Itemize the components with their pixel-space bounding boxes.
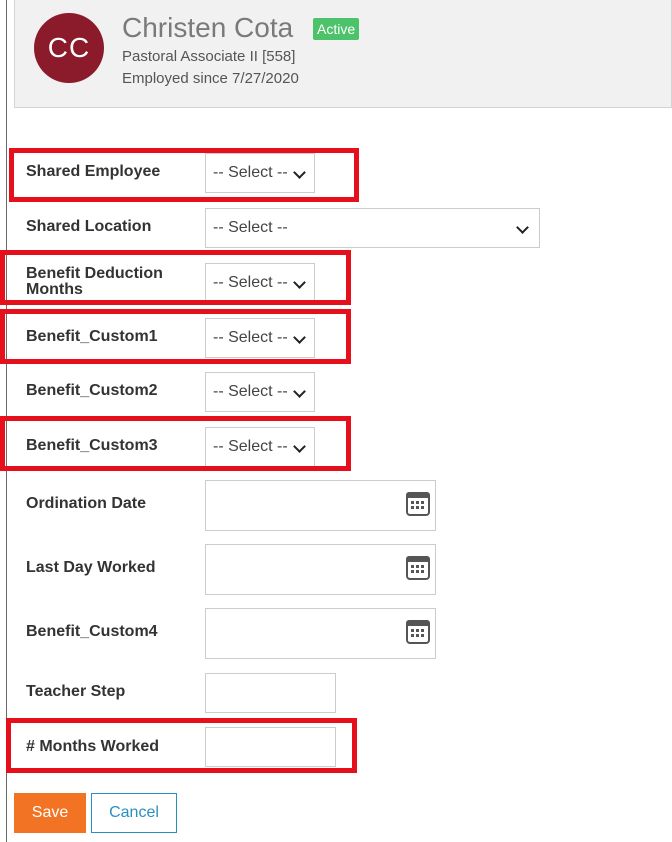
benefit-custom2-select[interactable]: -- Select -- [205,372,315,412]
benefit-custom1-select[interactable]: -- Select -- [205,318,315,358]
shared-location-select[interactable]: -- Select -- [205,208,540,248]
chevron-down-icon [293,166,306,179]
shared-location-label: Shared Location [26,218,152,235]
benefit-custom3-label: Benefit_Custom3 [26,437,158,454]
benefit-custom2-value: -- Select -- [213,383,288,400]
chevron-down-icon [293,385,306,398]
avatar: CC [34,13,104,83]
benefit-custom2-label: Benefit_Custom2 [26,382,158,399]
employee-title: Pastoral Associate II [558] [122,48,296,65]
shared-employee-label: Shared Employee [26,163,161,180]
employee-name: Christen Cota [122,12,294,43]
months-worked-label: # Months Worked [26,738,160,755]
status-badge: Active [313,18,360,40]
calendar-icon[interactable] [406,556,430,580]
benefit-custom1-label: Benefit_Custom1 [26,328,158,345]
shared-employee-value: -- Select -- [213,164,288,181]
last-day-worked-label: Last Day Worked [26,559,156,576]
calendar-icon[interactable] [406,492,430,516]
benefit-deduction-months-value: -- Select -- [213,274,288,291]
benefit-custom3-value: -- Select -- [213,438,288,455]
last-day-worked-field[interactable] [205,544,436,595]
shared-location-value: -- Select -- [213,219,288,236]
months-worked-input[interactable] [205,727,336,767]
chevron-down-icon [293,440,306,453]
benefit-deduction-months-select[interactable]: -- Select -- [205,263,315,303]
chevron-down-icon [516,221,529,234]
benefit-deduction-months-label: Benefit Deduction Months [26,265,163,298]
calendar-icon[interactable] [406,620,430,644]
benefit-custom4-field[interactable] [205,608,436,659]
teacher-step-label: Teacher Step [26,683,126,700]
employee-since: Employed since 7/27/2020 [122,70,299,87]
ordination-date-field[interactable] [205,480,436,531]
ordination-date-label: Ordination Date [26,495,147,512]
benefit-custom1-value: -- Select -- [213,329,288,346]
chevron-down-icon [293,331,306,344]
benefit-custom3-select[interactable]: -- Select -- [205,427,315,467]
save-button[interactable]: Save [14,793,86,833]
teacher-step-input[interactable] [205,673,336,713]
chevron-down-icon [293,276,306,289]
window-left-edge [6,0,7,842]
employee-header: CC Christen Cota Active Pastoral Associa… [14,0,672,108]
shared-employee-select[interactable]: -- Select -- [205,153,315,193]
cancel-button[interactable]: Cancel [91,793,177,833]
benefit-custom4-label: Benefit_Custom4 [26,623,158,640]
